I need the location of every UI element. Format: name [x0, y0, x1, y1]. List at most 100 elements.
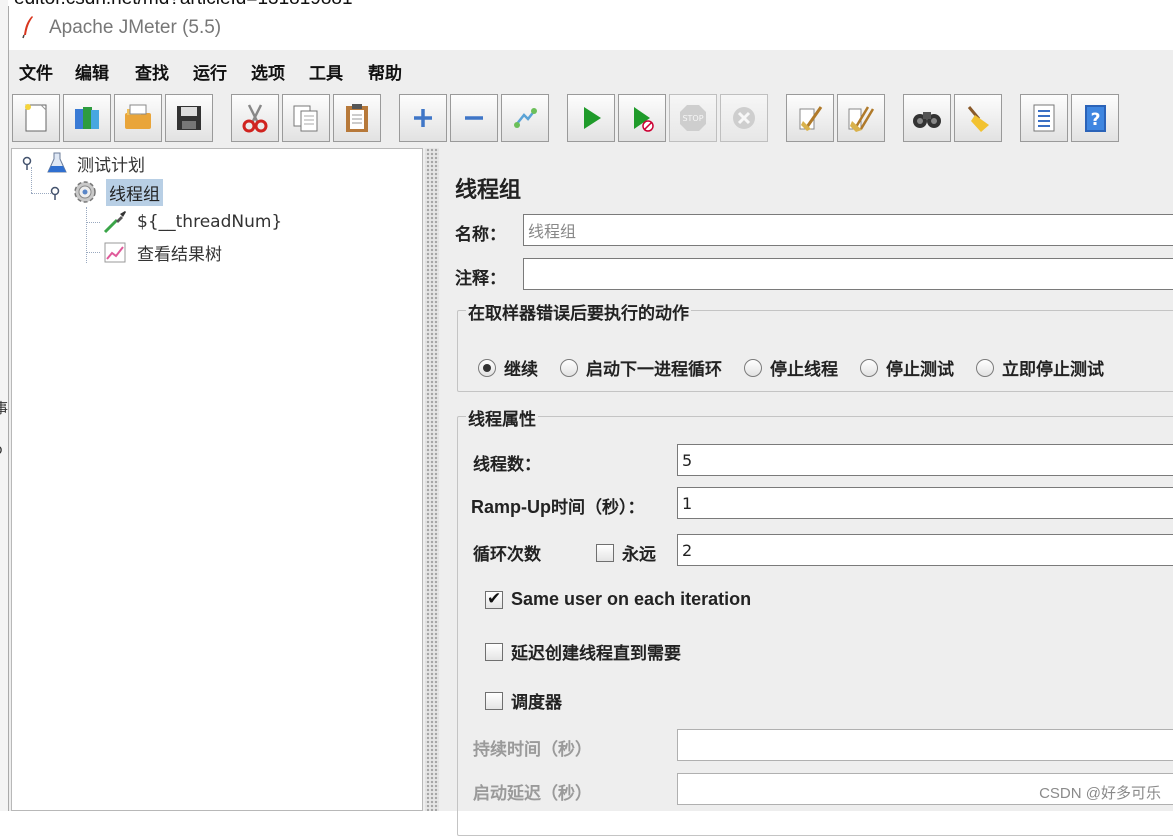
tree-expand-handle-icon[interactable] [22, 156, 36, 170]
checkbox-label: 永远 [622, 545, 656, 565]
error-action-options: 继续 启动下一进程循环 停止线程 停止测试 立即停止测试 [478, 355, 1126, 380]
paste-icon [346, 104, 368, 132]
startup-delay-label: 启动延迟（秒） [473, 784, 592, 804]
save-button[interactable] [165, 94, 213, 142]
checkbox-label: Same user on each iteration [511, 589, 752, 609]
copy-icon [293, 105, 318, 132]
save-icon [177, 106, 201, 130]
duration-label: 持续时间（秒） [473, 740, 592, 760]
reset-search-button[interactable] [954, 94, 1002, 142]
loop-count-field[interactable] [677, 534, 1173, 566]
panel-title: 线程组 [455, 178, 522, 203]
tree-node-test-plan[interactable]: 测试计划 [46, 150, 148, 176]
forever-checkbox[interactable]: 永远 [596, 540, 656, 565]
function-helper-icon [1033, 104, 1055, 132]
comment-field[interactable] [523, 258, 1173, 290]
paste-button[interactable] [333, 94, 381, 142]
test-plan-tree: 测试计划 线程组 ${__threadNum} 查看结果树 [11, 148, 423, 811]
tree-connector [86, 222, 100, 223]
menu-options[interactable]: 选项 [251, 59, 285, 84]
cut-button[interactable] [231, 94, 279, 142]
tree-node-sampler[interactable]: ${__threadNum} [102, 209, 285, 235]
reset-search-icon [967, 106, 989, 132]
tree-connector [86, 252, 100, 253]
shutdown-button[interactable] [720, 94, 768, 142]
checkbox-box [485, 691, 503, 710]
menu-tools[interactable]: 工具 [309, 59, 343, 84]
toggle-button[interactable] [501, 94, 549, 142]
radio-label: 停止线程 [770, 360, 838, 380]
tree-connector [31, 167, 32, 193]
start-no-pauses-button[interactable] [618, 94, 666, 142]
open-button[interactable] [114, 94, 162, 142]
stop-icon: STOP [680, 105, 706, 131]
open-icon [125, 104, 151, 129]
radio-indicator [744, 358, 762, 377]
menu-run[interactable]: 运行 [193, 59, 227, 84]
radio-stop-thread[interactable]: 停止线程 [744, 355, 838, 380]
tree-node-thread-group[interactable]: 线程组 [70, 178, 163, 206]
same-user-checkbox[interactable]: Same user on each iteration [485, 589, 751, 610]
tree-connector [31, 193, 51, 194]
copy-button[interactable] [282, 94, 330, 142]
threads-label: 线程数： [473, 455, 541, 475]
collapse-all-button[interactable] [450, 94, 498, 142]
group-legend: 在取样器错误后要执行的动作 [466, 299, 691, 324]
title-bar[interactable]: Apache JMeter (5.5) [9, 6, 1173, 50]
clear-button[interactable] [786, 94, 834, 142]
menu-help[interactable]: 帮助 [368, 59, 402, 84]
start-no-pauses-icon [634, 107, 654, 132]
stop-button[interactable]: STOP [669, 94, 717, 142]
templates-button[interactable] [63, 94, 111, 142]
new-button[interactable] [12, 94, 60, 142]
menu-file[interactable]: 文件 [19, 59, 53, 84]
radio-label: 停止测试 [886, 360, 954, 380]
sampler-error-action-group: 在取样器错误后要执行的动作 继续 启动下一进程循环 停止线程 停止测试 立即停止… [457, 299, 1173, 392]
templates-icon [75, 107, 99, 129]
background-edge-char: 事 [0, 401, 8, 417]
radio-indicator [860, 358, 878, 377]
radio-stop-test-now[interactable]: 立即停止测试 [976, 355, 1104, 380]
search-icon [913, 112, 941, 128]
tree-expand-handle-icon[interactable] [50, 186, 64, 200]
menu-edit[interactable]: 编辑 [75, 59, 109, 84]
expand-all-button[interactable] [399, 94, 447, 142]
radio-indicator [478, 358, 496, 377]
pipette-icon [103, 211, 126, 234]
rampup-label-en: Ramp-Up [471, 497, 551, 517]
background-edge-char: o [0, 442, 3, 458]
menu-search[interactable]: 查找 [135, 59, 169, 84]
svg-text:STOP: STOP [682, 114, 703, 123]
radio-stop-test[interactable]: 停止测试 [860, 355, 954, 380]
jmeter-feather-icon [22, 16, 33, 39]
expand-icon [414, 109, 432, 127]
toggle-icon [514, 108, 537, 128]
rampup-label: Ramp-Up时间（秒）： [471, 493, 645, 518]
collapse-icon [465, 116, 483, 120]
split-pane-divider[interactable] [425, 148, 439, 811]
comment-label: 注释： [455, 269, 506, 289]
radio-start-next-loop[interactable]: 启动下一进程循环 [560, 355, 722, 380]
delay-thread-creation-checkbox[interactable]: 延迟创建线程直到需要 [485, 639, 681, 664]
radio-indicator [976, 358, 994, 377]
window-title: Apache JMeter (5.5) [49, 17, 222, 38]
checkbox-box [596, 543, 614, 562]
radio-continue[interactable]: 继续 [478, 355, 538, 380]
name-field[interactable] [523, 214, 1173, 246]
function-helper-button[interactable] [1020, 94, 1068, 142]
tree-node-label: 线程组 [106, 178, 163, 206]
clear-icon [799, 106, 823, 131]
tree-node-listener[interactable]: 查看结果树 [102, 239, 225, 265]
radio-label: 启动下一进程循环 [586, 360, 722, 380]
start-button[interactable] [567, 94, 615, 142]
checkbox-label: 调度器 [511, 693, 562, 713]
clear-all-button[interactable] [837, 94, 885, 142]
rampup-field[interactable] [677, 487, 1173, 519]
search-button[interactable] [903, 94, 951, 142]
duration-field[interactable] [677, 729, 1173, 761]
threads-field[interactable] [677, 444, 1173, 476]
radio-label: 立即停止测试 [1002, 360, 1104, 380]
help-button[interactable]: ? [1071, 94, 1119, 142]
scheduler-checkbox[interactable]: 调度器 [485, 688, 562, 713]
tree-connector [86, 207, 87, 263]
